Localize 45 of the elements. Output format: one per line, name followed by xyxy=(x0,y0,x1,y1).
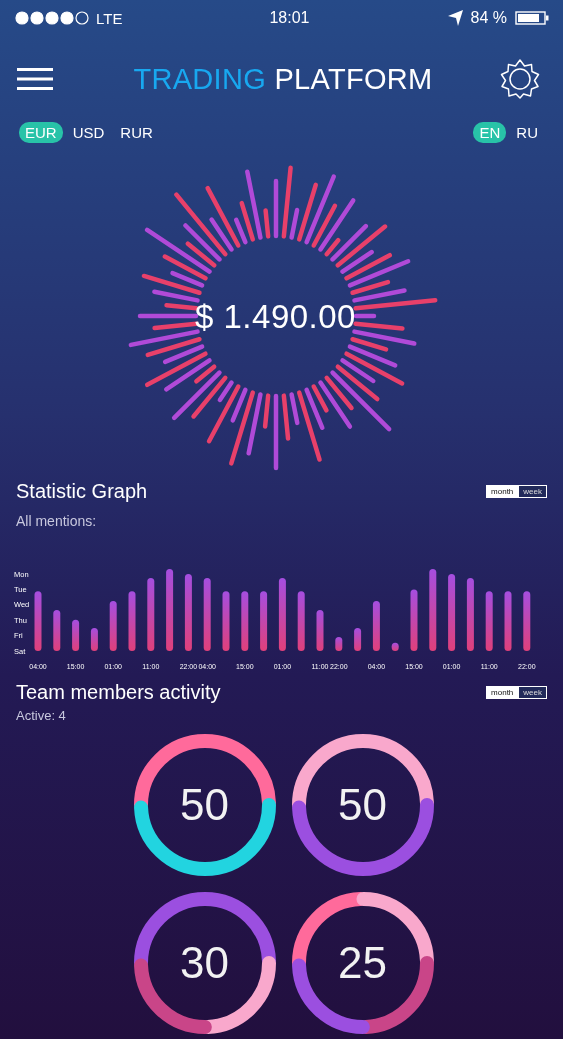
bar xyxy=(53,610,61,651)
carrier-label: LTE xyxy=(96,9,123,27)
bar xyxy=(241,591,249,651)
clock: 18:01 xyxy=(269,9,310,27)
bar xyxy=(504,591,512,651)
bar xyxy=(372,601,380,651)
bar xyxy=(410,589,418,651)
title-text: PLATFORM xyxy=(274,62,433,95)
section-subtitle: All mentions: xyxy=(15,512,98,529)
bar xyxy=(485,591,493,651)
bar xyxy=(128,591,136,651)
ring-value: 50 xyxy=(338,780,387,830)
balance-amount: $ 1.490.00 xyxy=(194,298,357,336)
period-tab[interactable]: month xyxy=(486,686,519,699)
period-tab[interactable]: week xyxy=(518,686,547,699)
menu-button[interactable] xyxy=(17,68,53,90)
ring-value: 25 xyxy=(338,938,387,988)
signal-icon xyxy=(15,11,91,25)
bar xyxy=(316,610,324,651)
currency-tab[interactable]: RUR xyxy=(114,122,159,143)
battery-icon xyxy=(515,11,549,25)
settings-button[interactable] xyxy=(499,58,541,100)
bar xyxy=(90,628,98,651)
bar xyxy=(297,591,305,651)
period-tab[interactable]: month xyxy=(486,485,519,498)
section-subtitle: Active: 4 xyxy=(15,707,67,723)
period-tab[interactable]: week xyxy=(518,485,547,498)
bar xyxy=(222,591,230,651)
title-accent: TRADING xyxy=(133,62,267,95)
bar xyxy=(109,601,117,651)
currency-tab[interactable]: USD xyxy=(66,122,111,143)
bar xyxy=(335,637,343,651)
bar xyxy=(34,591,42,651)
bar xyxy=(523,591,531,651)
bar xyxy=(72,619,80,651)
language-tab[interactable]: RU xyxy=(510,122,544,143)
section-title: Statistic Graph xyxy=(16,480,148,503)
bar xyxy=(391,642,399,651)
ring-value: 50 xyxy=(180,780,229,830)
bar xyxy=(260,591,268,651)
bar xyxy=(354,628,362,651)
ring-value: 30 xyxy=(180,938,229,988)
location-arrow-icon xyxy=(446,10,463,26)
section-title: Team members activity xyxy=(16,681,221,704)
battery-percent: 84 % xyxy=(470,9,507,27)
